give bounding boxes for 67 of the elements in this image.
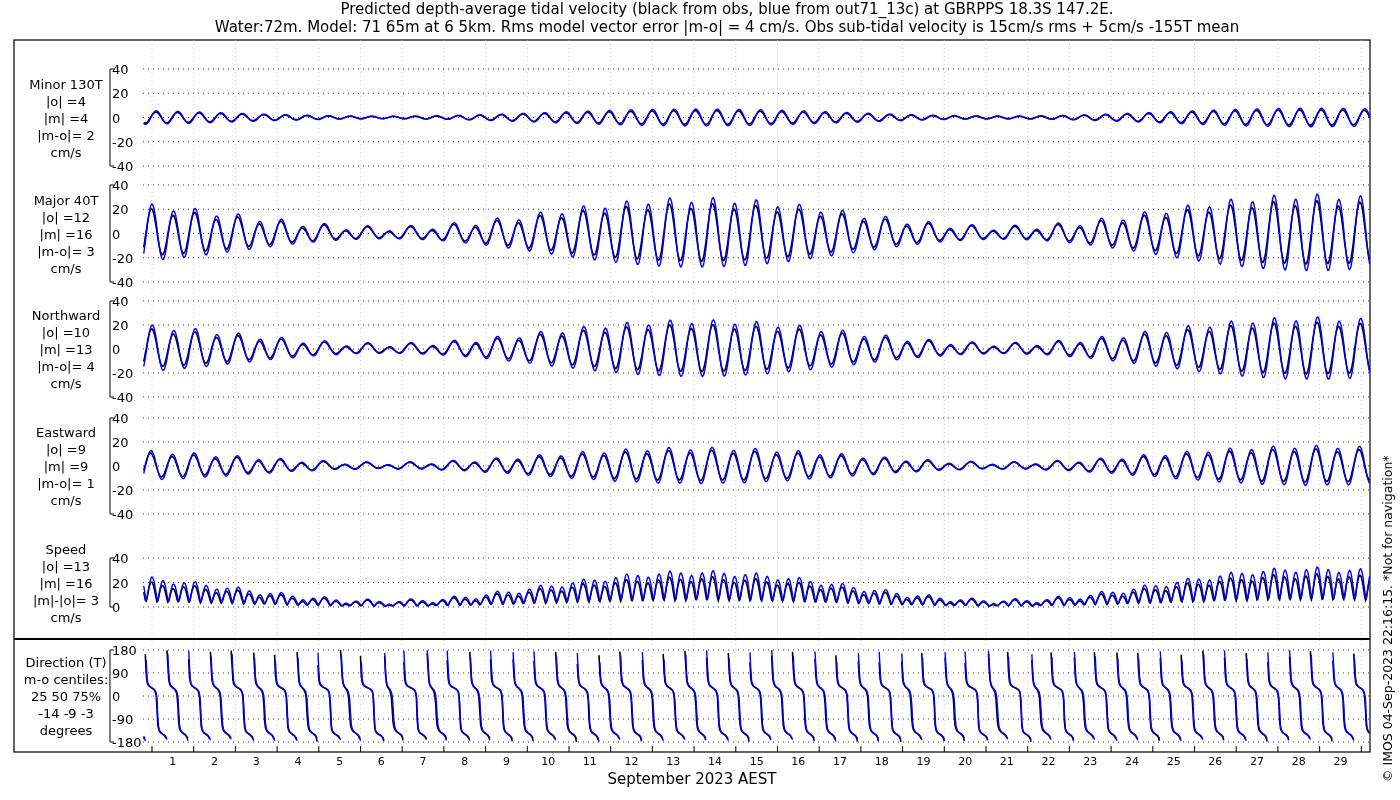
y-tick-label: 20 [112, 202, 129, 218]
y-tick-label: 180 [112, 643, 137, 658]
y-tick-label: -90 [112, 712, 134, 727]
y-tick-label: 0 [112, 600, 121, 615]
x-tick-label: 25 [1166, 755, 1181, 768]
panel-label: Major 40T |o| =12 |m| =16 |m-o|= 3 cm/s [33, 192, 99, 276]
x-tick-label: 22 [1041, 755, 1056, 768]
x-tick-label: 26 [1208, 755, 1223, 768]
y-tick-label: 40 [112, 294, 129, 309]
y-tick-label: 40 [112, 178, 129, 193]
y-tick-label: 40 [112, 551, 129, 566]
chart-title: Water:72m. Model: 71 65m at 6 5km. Rms model vector error |m-o| = 4 cm/s. Obs sub-tidal velocity is 15cm/s rms + 5cm/s -155T mean [214, 18, 1240, 36]
y-tick-label: 0 [112, 689, 121, 704]
y-tick-label: -20 [112, 250, 134, 266]
y-tick-label: -20 [112, 483, 134, 498]
y-tick-label: -20 [112, 366, 134, 381]
y-tick-label: -20 [112, 134, 134, 150]
panel-label: Northward |o| =10 |m| =13 |m-o|= 4 cm/s [31, 308, 101, 391]
x-tick-label: 5 [336, 755, 344, 768]
y-tick-label: 20 [112, 318, 129, 333]
x-tick-label: 23 [1083, 755, 1098, 768]
chart-title: Predicted depth-average tidal velocity (black from obs, blue from out71_13c) at GBRPPS 18.3S 147.2E. [340, 0, 1114, 18]
y-tick-label: 0 [112, 459, 121, 474]
x-tick-label: 6 [377, 755, 385, 768]
x-tick-label: 12 [624, 755, 639, 768]
x-tick-label: 18 [874, 755, 889, 768]
x-tick-label: 15 [749, 755, 764, 768]
x-tick-label: 1 [169, 755, 177, 768]
x-tick-label: 24 [1124, 755, 1139, 768]
copyright-note: © IMOS 04-Sep-2023 22:16:15. *Not for navigation* [1380, 455, 1395, 782]
y-tick-label: -40 [112, 390, 134, 405]
x-tick-label: 21 [999, 755, 1014, 768]
x-tick-label: 27 [1250, 755, 1265, 768]
x-tick-label: 20 [958, 755, 973, 768]
panel-label: Eastward |o| =9 |m| =9 |m-o|= 1 cm/s [36, 425, 96, 508]
y-tick-label: -180 [112, 735, 142, 750]
x-tick-label: 28 [1291, 755, 1306, 768]
panel-label: Minor 130T |o| =4 |m| =4 |m-o|= 2 cm/s [29, 76, 103, 160]
y-tick-label: 20 [112, 575, 129, 591]
x-tick-label: 2 [211, 755, 219, 768]
y-tick-label: -40 [112, 159, 134, 174]
x-tick-label: 14 [707, 755, 722, 768]
x-tick-label: 16 [791, 755, 806, 768]
panel-label: Speed |o| =13 |m| =16 |m|-|o|= 3 cm/s [32, 541, 100, 625]
x-tick-label: 8 [461, 755, 469, 768]
x-axis-label: September 2023 AEST [607, 770, 777, 788]
y-tick-label: 40 [112, 62, 129, 77]
panel-label: Direction (T) m-o centiles: 25 50 75% -14 -9 -3 degrees [23, 655, 109, 738]
x-tick-label: 4 [294, 755, 302, 768]
x-tick-label: 10 [541, 755, 556, 768]
y-tick-label: -40 [112, 275, 134, 290]
x-tick-label: 17 [833, 755, 848, 768]
y-tick-label: 0 [112, 226, 121, 242]
x-tick-label: 11 [582, 755, 597, 768]
y-tick-label: 0 [112, 342, 121, 357]
y-tick-label: 20 [112, 86, 129, 102]
y-tick-label: 40 [112, 411, 129, 426]
x-tick-label: 29 [1333, 755, 1348, 768]
y-tick-label: 20 [112, 435, 129, 450]
y-tick-label: 0 [112, 110, 121, 126]
x-tick-label: 13 [666, 755, 681, 768]
y-tick-label: 90 [112, 666, 129, 681]
x-tick-label: 19 [916, 755, 931, 768]
x-tick-label: 9 [502, 755, 510, 768]
x-tick-label: 7 [419, 755, 427, 768]
y-tick-label: -40 [112, 507, 134, 522]
x-tick-label: 3 [252, 755, 260, 768]
